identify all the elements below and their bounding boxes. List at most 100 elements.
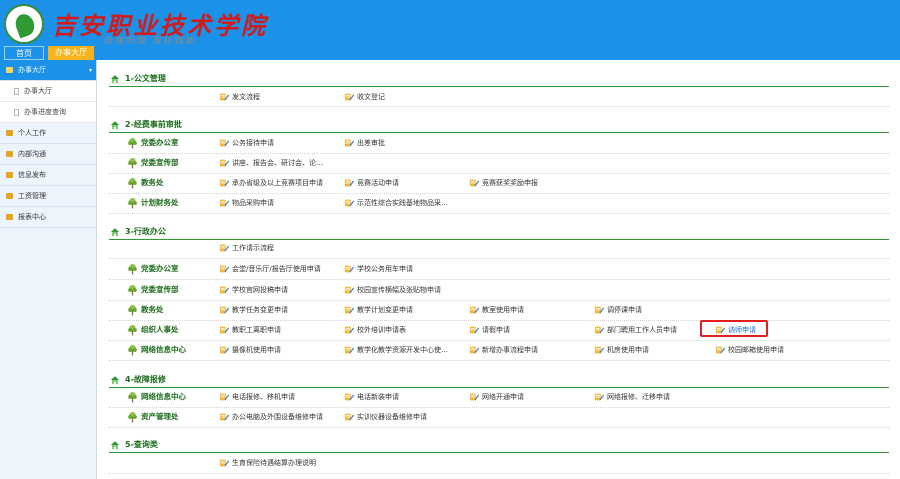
tree-icon [128, 137, 137, 149]
document-icon [14, 109, 19, 116]
workflow-link[interactable]: 竞赛获奖奖励申报 [469, 177, 538, 189]
pen-icon [219, 139, 230, 147]
workflow-link-label: 会堂/音乐厅/报告厅使用申请 [232, 265, 321, 273]
department-name: 党委办公室 [141, 264, 179, 273]
workflow-link[interactable]: 电话报修、移机申请 [219, 391, 295, 403]
pen-icon [594, 393, 605, 401]
workflow-link[interactable]: 校园邮箱使用申请 [715, 344, 784, 356]
workflow-link[interactable]: 摄像机使用申请 [219, 344, 281, 356]
workflow-link[interactable]: 出差审批 [344, 137, 385, 149]
section-title-label: 2-经费事前审批 [125, 120, 182, 129]
workflow-link[interactable]: 物品采购申请 [219, 197, 274, 209]
department-label: 网络信息中心 [127, 343, 186, 357]
sidebar-sub-progress-query[interactable]: 办事进度查询 [0, 102, 96, 123]
sidebar-item-salary[interactable]: 工资管理 [0, 186, 96, 207]
workflow-link[interactable]: 公务接待申请 [219, 137, 274, 149]
workflow-link[interactable]: 教职工离职申请 [219, 324, 281, 336]
section-title-label: 4-故障报修 [125, 375, 166, 384]
pen-icon [344, 265, 355, 273]
workflow-link[interactable]: 讲座、报告会、研讨会、论… [219, 157, 323, 169]
section-divider [109, 239, 889, 240]
pen-icon [219, 244, 230, 252]
workflow-link[interactable]: 新增办事流程申请 [469, 344, 538, 356]
pen-icon [219, 286, 230, 294]
pen-icon [344, 199, 355, 207]
row-divider [109, 427, 889, 428]
workflow-link[interactable]: 示范性综合实践基地物品采… [344, 197, 448, 209]
folder-icon [6, 130, 13, 136]
tree-icon [128, 157, 137, 169]
pen-icon [594, 306, 605, 314]
workflow-link-label: 实训仪器设备维修申请 [357, 413, 427, 421]
workflow-link[interactable]: 网络报修、迁移申请 [594, 391, 670, 403]
workflow-link[interactable]: 发文流程 [219, 91, 260, 103]
workflow-link-label: 生育保险待遇结算办理说明 [232, 459, 316, 467]
workflow-link[interactable]: 校园宣传横幅及张贴物申请 [344, 284, 441, 296]
department-name: 网络信息中心 [141, 392, 186, 401]
workflow-link-label: 公务接待申请 [232, 139, 274, 147]
workflow-link[interactable]: 网络开通申请 [469, 391, 524, 403]
workflow-link[interactable]: 部门聘用工作人员申请 [594, 324, 677, 336]
workflow-link-label: 新增办事流程申请 [482, 346, 538, 354]
workflow-link[interactable]: 调停课申请 [594, 304, 642, 316]
workflow-link[interactable]: 电话新装申请 [344, 391, 399, 403]
tree-icon [128, 263, 137, 275]
workflow-link[interactable]: 机房使用申请 [594, 344, 649, 356]
workflow-link-label: 出差审批 [357, 139, 385, 147]
department-label: 组织人事处 [127, 323, 179, 337]
chevron-down-icon: ▾ [88, 67, 92, 74]
tree-icon [128, 391, 137, 403]
department-label: 资产管理处 [127, 410, 179, 424]
workflow-link-label: 发文流程 [232, 93, 260, 101]
nav-office-button[interactable]: 办事大厅 [48, 46, 94, 60]
workflow-link[interactable]: 教学任务变更申请 [219, 304, 288, 316]
workflow-link[interactable]: 竞赛活动申请 [344, 177, 399, 189]
workflow-link[interactable]: 工作请示流程 [219, 242, 274, 254]
sidebar-item-internal-comm[interactable]: 内部沟通 [0, 144, 96, 165]
workflow-link[interactable]: 校外培训申请表 [344, 324, 406, 336]
tree-icon [128, 304, 137, 316]
department-name: 党委宣传部 [141, 285, 179, 294]
sidebar-item-info-publish[interactable]: 信息发布 [0, 165, 96, 186]
nav-home-button[interactable]: 首页 [4, 46, 44, 60]
workflow-link[interactable]: 学校官网投稿申请 [219, 284, 288, 296]
workflow-link[interactable]: 请假申请 [469, 324, 510, 336]
workflow-link[interactable]: 承办省级及以上竞赛项目申请 [219, 177, 323, 189]
house-icon [110, 441, 120, 450]
sidebar-sub-office-hall[interactable]: 办事大厅 [0, 81, 96, 102]
folder-icon [6, 67, 13, 73]
department-label: 教务处 [127, 303, 164, 317]
workflow-link[interactable]: 收文登记 [344, 91, 385, 103]
pen-icon [344, 413, 355, 421]
workflow-link[interactable]: 实训仪器设备维修申请 [344, 411, 427, 423]
header-bar: 吉安职业技术学院 尚德明理 厚技精能 [0, 0, 900, 47]
workflow-link[interactable]: 办公电脑及外围设备维修申请 [219, 411, 323, 423]
sidebar-item-reports[interactable]: 报表中心 [0, 207, 96, 228]
workflow-link[interactable]: 教室使用申请 [469, 304, 524, 316]
department-name: 教务处 [141, 305, 164, 314]
sidebar-item-label: 内部沟通 [18, 150, 46, 158]
main-content: 1-公文管理 发文流程 收文登记 2-经费事前审批 党委办公室 公务接待申请 出差审批 党委宣… [97, 60, 900, 479]
workflow-link-label: 校外培训申请表 [357, 326, 406, 334]
workflow-link-label: 请假申请 [482, 326, 510, 334]
workflow-link-label: 网络报修、迁移申请 [607, 393, 670, 401]
workflow-link-label: 电话报修、移机申请 [232, 393, 295, 401]
row-divider [109, 473, 889, 474]
department-name: 教务处 [141, 178, 164, 187]
workflow-link[interactable]: 学校公务用车申请 [344, 263, 413, 275]
department-name: 组织人事处 [141, 325, 179, 334]
workflow-link[interactable]: 生育保险待遇结算办理说明 [219, 457, 316, 469]
house-icon [110, 228, 120, 237]
row-divider [109, 173, 889, 174]
workflow-link[interactable]: 会堂/音乐厅/报告厅使用申请 [219, 263, 321, 275]
pen-icon [344, 93, 355, 101]
house-icon [110, 376, 120, 385]
workflow-link[interactable]: 教学计划变更申请 [344, 304, 413, 316]
sidebar-item-office-hall[interactable]: 办事大厅 ▾ [0, 60, 96, 81]
pen-icon [469, 306, 480, 314]
pen-icon [469, 346, 480, 354]
workflow-link-label: 校园宣传横幅及张贴物申请 [357, 286, 441, 294]
sidebar-item-personal-work[interactable]: 个人工作 [0, 123, 96, 144]
workflow-link[interactable]: 教学化教学资源开发中心使… [344, 344, 448, 356]
workflow-link-label: 摄像机使用申请 [232, 346, 281, 354]
